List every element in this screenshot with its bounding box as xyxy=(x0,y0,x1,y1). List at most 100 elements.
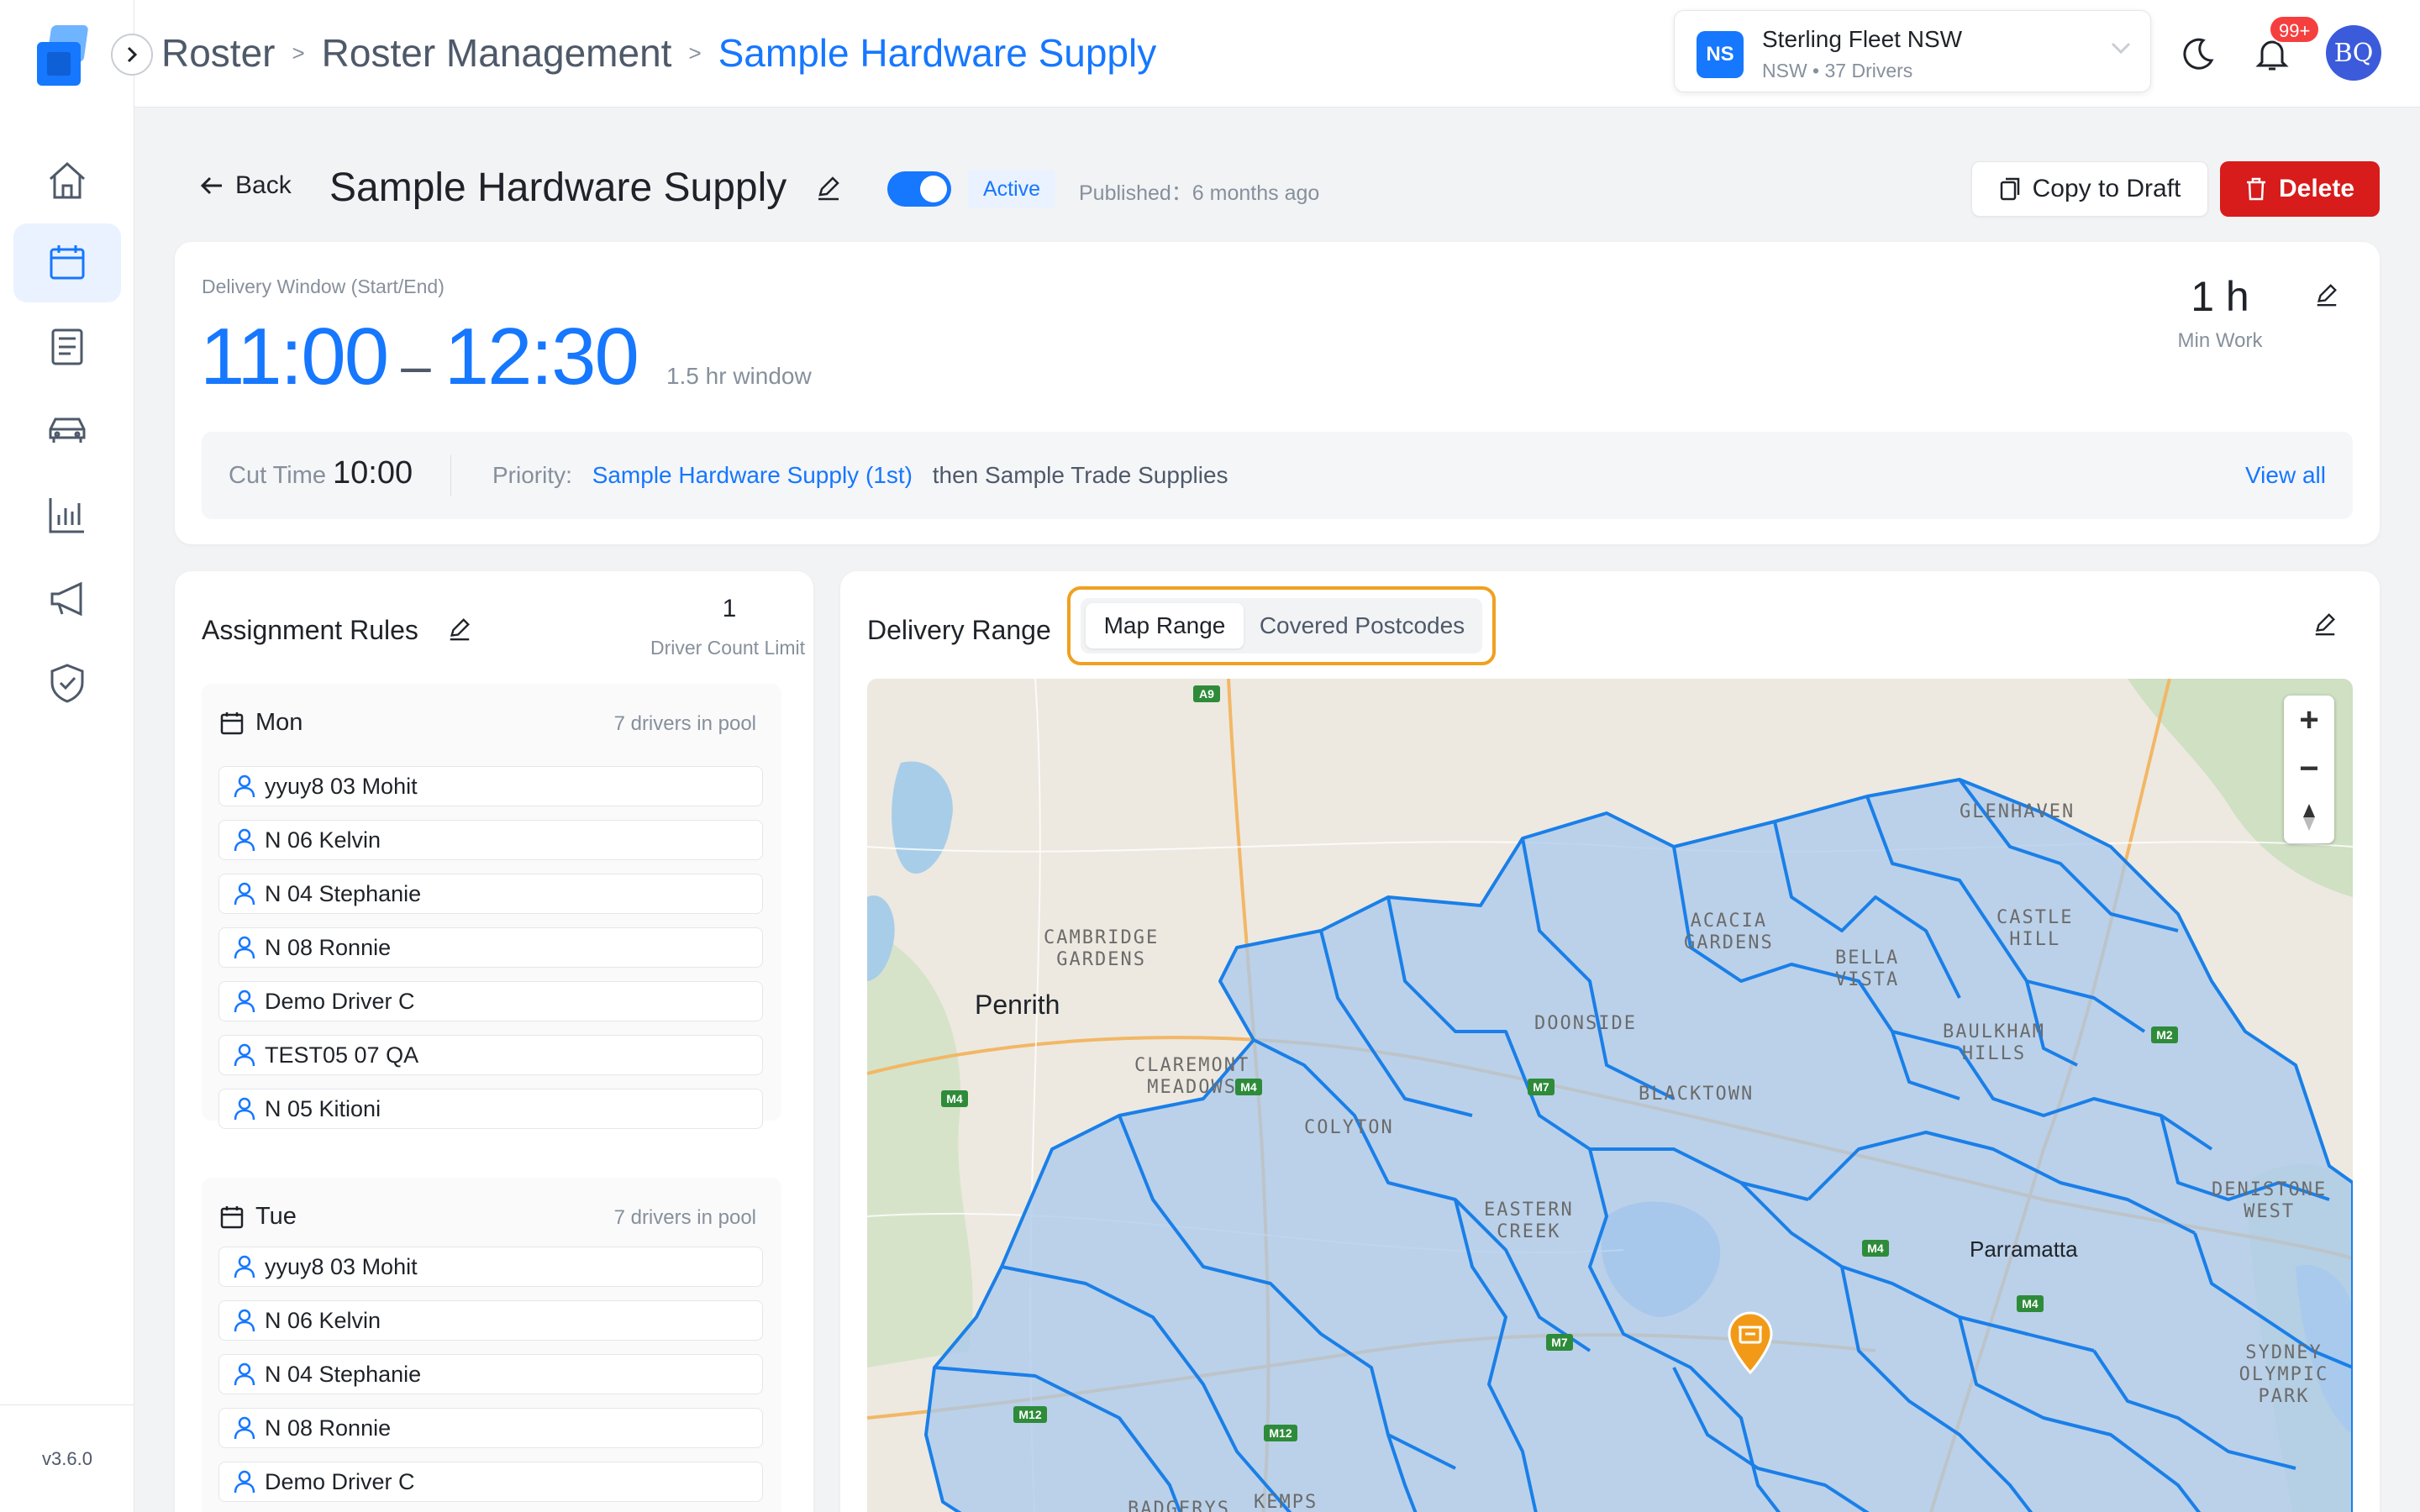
sidebar: v3.6.0 xyxy=(0,0,134,1512)
copy-to-draft-button[interactable]: Copy to Draft xyxy=(1971,161,2208,217)
calendar-icon xyxy=(220,1205,244,1228)
user-icon xyxy=(234,1043,255,1067)
user-avatar[interactable]: BQ xyxy=(2326,25,2381,81)
breadcrumb-roster[interactable]: Roster xyxy=(161,30,275,76)
map-place-label: BELLA VISTA xyxy=(1835,948,1900,990)
breadcrumb-current: Sample Hardware Supply xyxy=(718,31,1157,75)
edit-window-icon[interactable] xyxy=(2314,282,2339,307)
min-work-value: 1 h xyxy=(2191,273,2249,320)
driver-item[interactable]: Demo Driver C xyxy=(218,1462,763,1502)
window-start-time: 11:00 xyxy=(200,312,389,402)
app-logo[interactable] xyxy=(30,22,104,96)
window-duration: 1.5 hr window xyxy=(666,363,812,389)
driver-item[interactable]: N 04 Stephanie xyxy=(218,874,763,914)
day-block-mon: Mon 7 drivers in pool yyuy8 03 Mohit N 0… xyxy=(202,684,781,1129)
driver-item[interactable]: Demo Driver C xyxy=(218,981,763,1021)
driver-item[interactable]: N 06 Kelvin xyxy=(218,1300,763,1341)
sidebar-divider xyxy=(0,1404,134,1405)
compass-reset-button[interactable] xyxy=(2284,793,2334,842)
map-place-label: CLAREMONT MEADOWS xyxy=(1134,1055,1250,1098)
map-canvas: A9 M4 M4 M4 M7 M7 M12 M12 M2 M4 xyxy=(867,679,2353,1512)
user-icon xyxy=(234,1255,255,1278)
chevron-right-icon xyxy=(127,46,138,63)
driver-name: N 08 Ronnie xyxy=(265,934,392,960)
driver-name: yyuy8 03 Mohit xyxy=(265,1253,418,1279)
driver-item[interactable]: TEST05 07 QA xyxy=(218,1035,763,1075)
edit-assignment-icon[interactable] xyxy=(447,617,472,642)
trash-icon xyxy=(2246,177,2265,201)
published-info: Published：6 months ago xyxy=(1079,181,1320,205)
min-work-label: Min Work xyxy=(2177,329,2263,352)
map-city-label: Parramatta xyxy=(1970,1236,2078,1262)
driver-item[interactable]: N 04 Stephanie xyxy=(218,1354,763,1394)
map-place-label: GLENHAVEN xyxy=(1960,801,2075,822)
nav-vehicles[interactable] xyxy=(13,391,121,470)
org-badge: NS xyxy=(1697,31,1744,78)
org-name: Sterling Fleet NSW xyxy=(1762,26,1963,52)
delete-button[interactable]: Delete xyxy=(2220,161,2380,217)
svg-text:M12: M12 xyxy=(1269,1426,1292,1440)
map-place-label: ACACIA GARDENS xyxy=(1684,911,1774,953)
driver-item[interactable]: N 08 Ronnie xyxy=(218,1408,763,1448)
user-icon xyxy=(234,1416,255,1440)
sidebar-toggle-button[interactable] xyxy=(111,34,153,76)
user-icon xyxy=(234,828,255,852)
divider xyxy=(450,455,451,496)
map-place-label: DENISTONE WEST xyxy=(2212,1179,2328,1222)
driver-name: N 05 Kitioni xyxy=(265,1095,381,1121)
home-icon xyxy=(49,161,86,199)
driver-item[interactable]: N 06 Kelvin xyxy=(218,820,763,860)
priority-label: Priority: xyxy=(492,462,572,488)
tab-covered-postcodes[interactable]: Covered Postcodes xyxy=(1247,603,1477,648)
driver-name: N 08 Ronnie xyxy=(265,1415,392,1441)
zoom-in-button[interactable]: + xyxy=(2284,696,2334,744)
active-toggle[interactable] xyxy=(887,171,951,207)
nav-documents[interactable] xyxy=(13,307,121,386)
nav-roster[interactable] xyxy=(13,223,121,302)
svg-text:M4: M4 xyxy=(2022,1297,2039,1310)
map-place-label: SYDNEY OLYMPIC PARK xyxy=(2238,1342,2329,1407)
map-place-label: BAULKHAM HILLS xyxy=(1943,1021,2045,1064)
driver-name: Demo Driver C xyxy=(265,1468,415,1494)
car-icon xyxy=(49,417,86,443)
nav-announcements[interactable] xyxy=(13,559,121,638)
svg-text:M4: M4 xyxy=(1867,1242,1884,1255)
chart-icon xyxy=(49,498,84,533)
back-button[interactable]: Back xyxy=(200,171,292,200)
svg-text:M4: M4 xyxy=(946,1092,963,1105)
driver-item[interactable]: N 05 Kitioni xyxy=(218,1089,763,1129)
breadcrumb-separator: > xyxy=(292,39,305,66)
priority-info: Priority: Sample Hardware Supply (1st) t… xyxy=(492,462,1228,489)
map-place-label: EASTERN CREEK xyxy=(1484,1200,1574,1242)
nav-home[interactable] xyxy=(13,141,121,220)
compass-icon xyxy=(2303,804,2315,831)
edit-range-icon[interactable] xyxy=(2312,612,2338,637)
organization-switcher[interactable]: NS Sterling Fleet NSW NSW • 37 Drivers xyxy=(1674,10,2151,92)
priority-primary-link[interactable]: Sample Hardware Supply (1st) xyxy=(592,462,913,488)
window-dash: – xyxy=(401,335,431,396)
user-icon xyxy=(234,990,255,1013)
copy-icon xyxy=(2000,177,2019,201)
driver-item[interactable]: N 08 Ronnie xyxy=(218,927,763,968)
tab-map-range[interactable]: Map Range xyxy=(1086,603,1244,648)
driver-name: TEST05 07 QA xyxy=(265,1042,419,1068)
svg-text:M7: M7 xyxy=(1551,1336,1568,1349)
status-badge: Active xyxy=(968,170,1056,208)
view-all-link[interactable]: View all xyxy=(2245,462,2326,489)
driver-item[interactable]: yyuy8 03 Mohit xyxy=(218,1247,763,1287)
zoom-out-button[interactable]: − xyxy=(2284,744,2334,793)
delivery-range-map[interactable]: A9 M4 M4 M4 M7 M7 M12 M12 M2 M4 CAMBRIDG… xyxy=(867,679,2353,1512)
calendar-icon xyxy=(50,245,85,280)
driver-item[interactable]: yyuy8 03 Mohit xyxy=(218,766,763,806)
breadcrumb: Roster > Roster Management > Sample Hard… xyxy=(161,30,1156,76)
store-location-pin-icon[interactable] xyxy=(1726,1310,1775,1374)
nav-compliance[interactable] xyxy=(13,643,121,722)
user-icon xyxy=(234,1362,255,1386)
user-icon xyxy=(234,1309,255,1332)
nav-reports[interactable] xyxy=(13,475,121,554)
arrow-left-icon xyxy=(200,176,222,195)
moon-icon[interactable] xyxy=(2178,34,2218,74)
driver-name: N 04 Stephanie xyxy=(265,880,422,906)
breadcrumb-roster-management[interactable]: Roster Management xyxy=(322,30,672,76)
edit-title-icon[interactable] xyxy=(815,175,842,202)
